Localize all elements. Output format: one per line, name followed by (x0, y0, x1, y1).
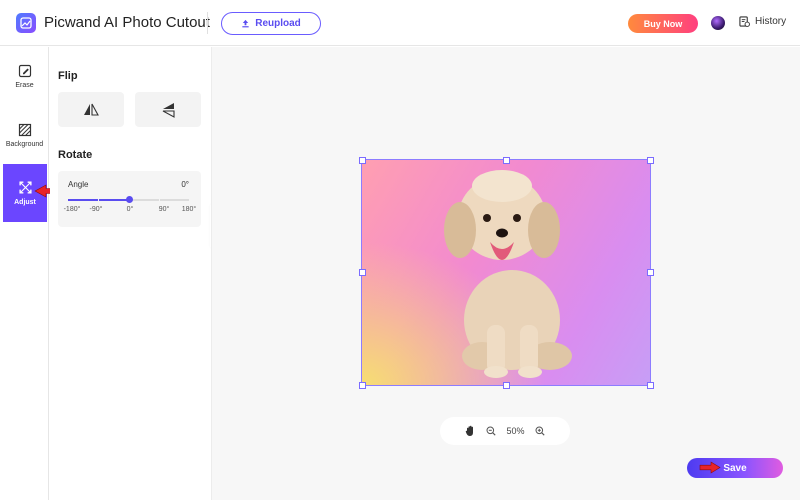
slider-thumb[interactable] (126, 196, 133, 203)
header-divider (207, 12, 208, 34)
zoom-in-icon[interactable] (535, 426, 545, 436)
resize-handle-top[interactable] (502, 156, 510, 164)
slider-tick-label: 180° (181, 206, 197, 213)
angle-slider[interactable] (68, 196, 189, 203)
editor-canvas: 50% (211, 47, 800, 500)
angle-label: Angle (68, 180, 89, 189)
reupload-label: Reupload (255, 18, 301, 29)
rail-item-label: Background (5, 140, 44, 148)
reupload-button[interactable]: Reupload (221, 12, 321, 35)
resize-handle-bottom-left[interactable] (358, 381, 366, 389)
tool-rail: Erase Background Adjust (0, 47, 49, 500)
resize-handle-right[interactable] (646, 268, 654, 276)
background-pattern-icon (18, 123, 31, 136)
rail-item-label: Erase (15, 81, 34, 89)
flip-vertical-button[interactable] (135, 92, 201, 127)
adjust-panel: Flip Rotate Angle 0° -180° -90° 0° 90° 1… (50, 47, 211, 500)
angle-control: Angle 0° -180° -90° 0° 90° 180° (58, 171, 201, 227)
expand-arrows-icon (18, 181, 32, 194)
slider-tick-label: -180° (63, 206, 81, 213)
slider-tick-label: -90° (89, 206, 103, 213)
puppy-image (444, 170, 572, 378)
resize-handle-left[interactable] (358, 268, 366, 276)
zoom-toolbar: 50% (440, 417, 570, 445)
annotation-arrow-icon (699, 461, 721, 474)
flip-vertical-icon (162, 102, 175, 118)
flip-horizontal-button[interactable] (58, 92, 124, 127)
resize-handle-bottom[interactable] (502, 381, 510, 389)
rotate-title: Rotate (58, 149, 93, 161)
eraser-icon (18, 64, 31, 77)
flip-title: Flip (58, 70, 78, 82)
cutout-photo[interactable] (358, 156, 654, 389)
top-header: Picwand AI Photo Cutout Reupload Buy Now… (0, 0, 800, 46)
rail-item-label: Adjust (14, 199, 36, 206)
resize-handle-bottom-right[interactable] (646, 381, 654, 389)
user-avatar[interactable] (711, 16, 725, 30)
history-icon (739, 16, 750, 27)
app-title: Picwand AI Photo Cutout (44, 14, 210, 31)
slider-separator (98, 198, 99, 202)
history-button[interactable]: History (739, 16, 786, 27)
slider-separator (159, 198, 160, 202)
resize-handle-top-left[interactable] (358, 156, 366, 164)
slider-tick-label: 0° (126, 206, 134, 213)
buy-now-button[interactable]: Buy Now (628, 14, 698, 33)
zoom-level: 50% (506, 426, 525, 436)
flip-horizontal-icon (84, 103, 99, 116)
angle-value: 0° (181, 180, 189, 189)
resize-handle-top-right[interactable] (646, 156, 654, 164)
hand-pan-icon[interactable] (465, 425, 476, 437)
slider-tick-label: 90° (158, 206, 170, 213)
rail-item-background[interactable]: Background (0, 106, 49, 164)
history-label: History (755, 16, 787, 27)
zoom-out-icon[interactable] (486, 426, 497, 436)
upload-icon (242, 19, 249, 28)
rail-item-erase[interactable]: Erase (0, 47, 49, 105)
app-logo-icon (16, 13, 36, 33)
